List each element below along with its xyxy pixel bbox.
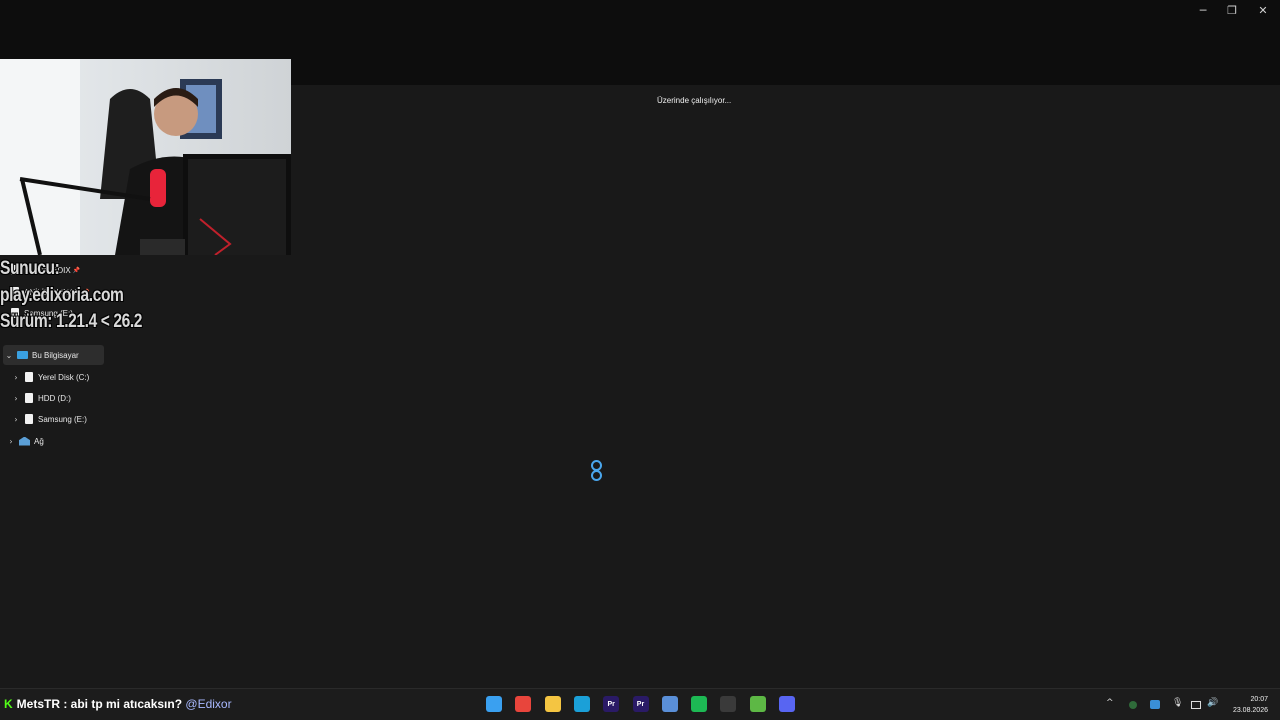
- settings-app-icon[interactable]: [661, 696, 678, 712]
- file-list-area[interactable]: Üzerinde çalışılıyor...: [291, 85, 1280, 688]
- chat-mention: @Edixor: [185, 697, 232, 711]
- volume-icon[interactable]: 🔊: [1207, 698, 1218, 708]
- discord-icon[interactable]: [779, 696, 795, 712]
- drive-icon: [25, 414, 33, 424]
- chevron-right-icon[interactable]: ›: [5, 437, 17, 446]
- premiere-icon[interactable]: Pr: [603, 696, 620, 712]
- sidebar-item-this-pc[interactable]: ⌄ Bu Bilgisayar: [3, 345, 104, 365]
- chrome-icon[interactable]: [515, 696, 532, 712]
- close-button[interactable]: ✕: [1247, 0, 1279, 20]
- computer-icon: [17, 351, 28, 359]
- webcam-image: [0, 59, 291, 255]
- steam-icon[interactable]: [720, 696, 737, 712]
- kick-icon: K: [4, 697, 13, 711]
- loading-status: Üzerinde çalışılıyor...: [657, 96, 732, 105]
- drive-icon: [25, 393, 33, 403]
- tray-defender-icon[interactable]: [1150, 700, 1160, 709]
- spotify-icon[interactable]: [691, 696, 708, 712]
- sidebar-item-label: Bu Bilgisayar: [32, 350, 79, 360]
- taskbar: K MetsTR : abi tp mi atıcaksın? @Edixor P…: [0, 688, 1280, 720]
- chevron-right-icon[interactable]: ›: [10, 394, 22, 403]
- chevron-down-icon[interactable]: ⌄: [3, 351, 15, 360]
- microphone-icon[interactable]: 🎙: [1172, 698, 1183, 708]
- chevron-right-icon[interactable]: ›: [10, 373, 22, 382]
- loading-spinner-icon: [588, 460, 606, 488]
- sidebar-item-label: Yerel Disk (C:): [38, 372, 90, 382]
- chat-text: : abi tp mi atıcaksın?: [60, 697, 186, 711]
- network-icon: [19, 436, 30, 446]
- server-address: play.edixoria.com: [0, 285, 124, 306]
- sidebar-item-label: Ağ: [34, 436, 44, 446]
- clock-time: 20:07: [1250, 696, 1268, 703]
- sidebar-item-drive-c[interactable]: › Yerel Disk (C:): [10, 367, 120, 387]
- premiere-icon-2[interactable]: Pr: [632, 696, 649, 712]
- server-label: Sunucu:: [0, 258, 60, 279]
- clock[interactable]: 20:07 23.08.2026: [1233, 694, 1268, 716]
- sidebar-item-label: Samsung (E:): [38, 414, 87, 424]
- minimize-button[interactable]: ─: [1187, 0, 1219, 20]
- chevron-right-icon[interactable]: ›: [10, 415, 22, 424]
- maximize-button[interactable]: ❐: [1216, 0, 1248, 20]
- start-icon[interactable]: [486, 696, 502, 712]
- file-explorer-icon[interactable]: [544, 696, 561, 712]
- pin-icon: 📌: [72, 267, 81, 274]
- clock-date: 23.08.2026: [1232, 707, 1268, 714]
- sidebar-item-label: HDD (D:): [38, 393, 71, 403]
- minecraft-icon[interactable]: [749, 696, 766, 712]
- sidebar-item-drive-e[interactable]: › Samsung (E:): [10, 409, 120, 429]
- server-version: Sürüm: 1.21.4 < 26.2: [0, 311, 143, 332]
- chat-username: MetsTR: [16, 697, 61, 711]
- sidebar-item-network[interactable]: › Ağ: [5, 431, 65, 451]
- drive-icon: [25, 372, 33, 382]
- webcam-overlay: [0, 59, 291, 255]
- chat-message: K MetsTR : abi tp mi atıcaksın? @Edixor: [4, 697, 232, 711]
- display-icon[interactable]: [1191, 701, 1201, 709]
- tray-overflow-chevron-icon[interactable]: ^: [1106, 698, 1114, 708]
- edge-icon[interactable]: [573, 696, 590, 712]
- tray-status-icon[interactable]: [1129, 701, 1137, 709]
- sidebar-item-drive-d[interactable]: › HDD (D:): [10, 388, 120, 408]
